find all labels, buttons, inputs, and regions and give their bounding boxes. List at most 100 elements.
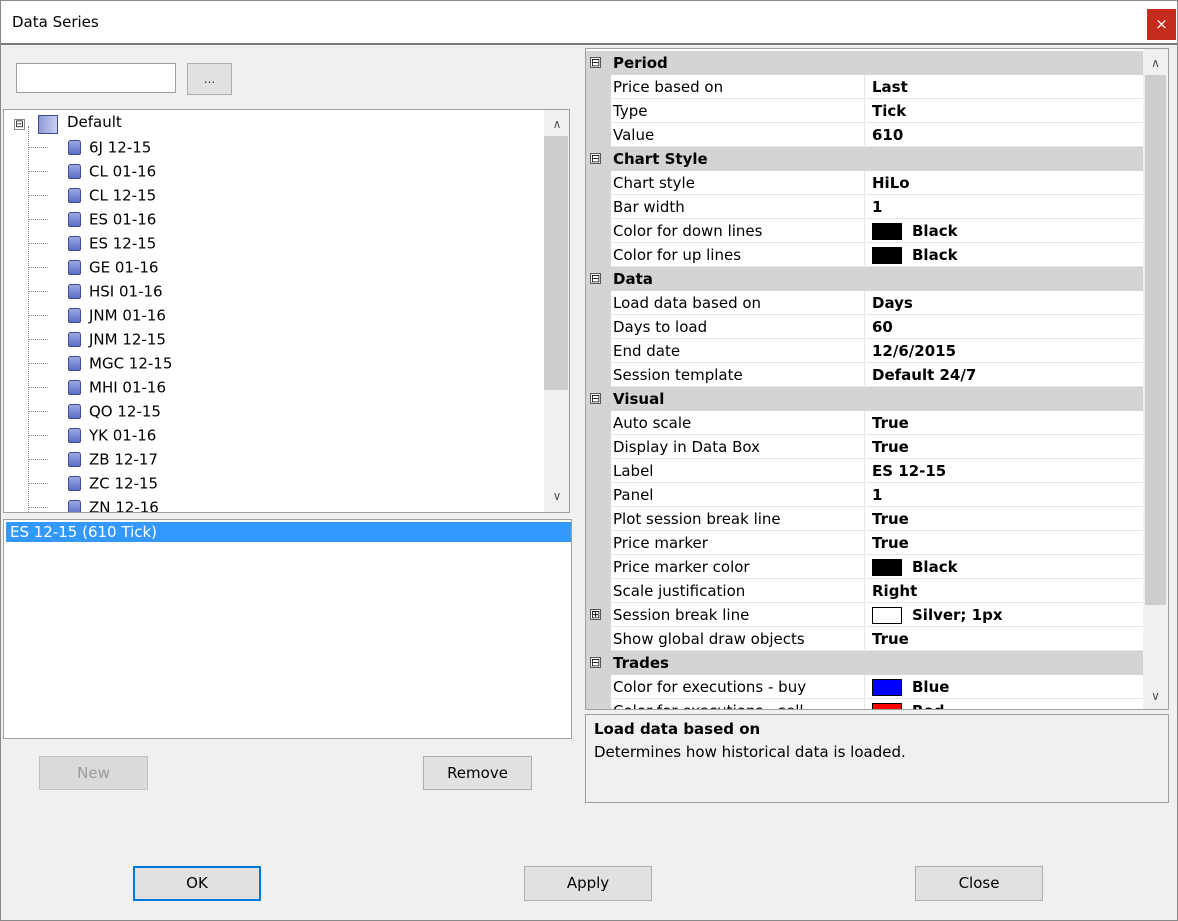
property-row[interactable]: Price based on Last <box>586 75 1143 99</box>
tree-item[interactable]: CL 12-15 <box>68 184 156 206</box>
apply-button[interactable]: Apply <box>524 866 652 901</box>
property-value[interactable]: 60 <box>866 315 1143 339</box>
instrument-tree[interactable]: ⊟ Default 6J 12-15 CL 01-16 CL 12-15 ES 01-… <box>3 109 570 513</box>
tree-item[interactable]: JNM 12-15 <box>68 328 166 350</box>
property-value[interactable]: Blue <box>866 675 1143 699</box>
property-value[interactable]: True <box>866 411 1143 435</box>
category-trades[interactable]: ⊟ Trades <box>586 651 1143 675</box>
tree-scroll-thumb[interactable] <box>544 136 568 390</box>
tree-item[interactable]: MGC 12-15 <box>68 352 172 374</box>
tree-item[interactable]: HSI 01-16 <box>68 280 163 302</box>
property-row[interactable]: ⊞ Session break line Silver; 1px <box>586 603 1143 627</box>
property-row[interactable]: Price marker color Black <box>586 555 1143 579</box>
grid-scroll-thumb[interactable] <box>1145 75 1166 605</box>
tree-item[interactable]: CL 01-16 <box>68 160 156 182</box>
tree-item[interactable]: ES 12-15 <box>68 232 156 254</box>
browse-button[interactable]: ... <box>187 63 232 95</box>
property-value[interactable]: ES 12-15 <box>866 459 1143 483</box>
tree-root-default[interactable]: Default <box>67 113 122 131</box>
property-row[interactable]: Days to load 60 <box>586 315 1143 339</box>
series-list-item[interactable]: ES 12-15 (610 Tick) <box>6 522 571 542</box>
property-row[interactable]: Load data based on Days <box>586 291 1143 315</box>
property-value[interactable]: 1 <box>866 483 1143 507</box>
collapse-icon[interactable]: ⊟ <box>14 119 25 130</box>
property-value[interactable]: Black <box>866 555 1143 579</box>
tree-item-label: MHI 01-16 <box>89 378 166 397</box>
scroll-down-icon[interactable]: ∨ <box>544 484 569 508</box>
property-value[interactable]: Right <box>866 579 1143 603</box>
property-value[interactable]: Black <box>866 243 1143 267</box>
property-value[interactable]: Tick <box>866 99 1143 123</box>
property-value[interactable]: Red <box>866 699 1143 709</box>
color-swatch <box>872 703 902 709</box>
property-value[interactable]: 12/6/2015 <box>866 339 1143 363</box>
property-row[interactable]: Color for up lines Black <box>586 243 1143 267</box>
tree-item[interactable]: 6J 12-15 <box>68 136 151 158</box>
collapse-icon[interactable]: ⊟ <box>590 273 601 284</box>
tree-item[interactable]: ZC 12-15 <box>68 472 158 494</box>
property-row[interactable]: Color for down lines Black <box>586 219 1143 243</box>
property-value[interactable]: Silver; 1px <box>866 603 1143 627</box>
tree-item[interactable]: YK 01-16 <box>68 424 156 446</box>
tree-item[interactable]: JNM 01-16 <box>68 304 166 326</box>
collapse-icon[interactable]: ⊟ <box>590 657 601 668</box>
new-button[interactable]: New <box>39 756 148 790</box>
property-value[interactable]: True <box>866 627 1143 651</box>
series-list[interactable]: ES 12-15 (610 Tick) <box>3 519 572 739</box>
property-row[interactable]: Session template Default 24/7 <box>586 363 1143 387</box>
tree-item[interactable]: MHI 01-16 <box>68 376 166 398</box>
remove-button[interactable]: Remove <box>423 756 532 790</box>
property-name: Color for down lines <box>611 219 865 243</box>
color-swatch <box>872 223 902 240</box>
scroll-up-icon[interactable]: ∧ <box>1143 52 1168 74</box>
property-row[interactable]: Display in Data Box True <box>586 435 1143 459</box>
tree-item[interactable]: ZB 12-17 <box>68 448 158 470</box>
property-row[interactable]: Type Tick <box>586 99 1143 123</box>
tree-item[interactable]: GE 01-16 <box>68 256 158 278</box>
property-value[interactable]: Default 24/7 <box>866 363 1143 387</box>
property-value[interactable]: 1 <box>866 195 1143 219</box>
property-row[interactable]: Color for executions - sell Red <box>586 699 1143 709</box>
property-value[interactable]: True <box>866 507 1143 531</box>
expand-icon[interactable]: ⊞ <box>590 609 601 620</box>
scroll-up-icon[interactable]: ∧ <box>544 112 569 136</box>
category-visual[interactable]: ⊟ Visual <box>586 387 1143 411</box>
property-value[interactable]: 610 <box>866 123 1143 147</box>
close-button[interactable]: Close <box>915 866 1043 901</box>
property-row[interactable]: Price marker True <box>586 531 1143 555</box>
property-value[interactable]: Last <box>866 75 1143 99</box>
property-value[interactable]: True <box>866 531 1143 555</box>
property-row[interactable]: Plot session break line True <box>586 507 1143 531</box>
close-window-button[interactable]: × <box>1147 9 1176 40</box>
property-value[interactable]: HiLo <box>866 171 1143 195</box>
property-row[interactable]: Label ES 12-15 <box>586 459 1143 483</box>
property-row[interactable]: Auto scale True <box>586 411 1143 435</box>
property-row[interactable]: Value 610 <box>586 123 1143 147</box>
category-data[interactable]: ⊟ Data <box>586 267 1143 291</box>
collapse-icon[interactable]: ⊟ <box>590 153 601 164</box>
tree-item[interactable]: ES 01-16 <box>68 208 156 230</box>
property-name: Price based on <box>611 75 865 99</box>
collapse-icon[interactable]: ⊟ <box>590 393 601 404</box>
category-period[interactable]: ⊟ Period <box>586 51 1143 75</box>
collapse-icon[interactable]: ⊟ <box>590 57 601 68</box>
property-row[interactable]: Scale justification Right <box>586 579 1143 603</box>
property-value[interactable]: Black <box>866 219 1143 243</box>
property-row[interactable]: Chart style HiLo <box>586 171 1143 195</box>
property-value[interactable]: True <box>866 435 1143 459</box>
resize-grip-icon[interactable] <box>1161 904 1175 918</box>
tree-item[interactable]: QO 12-15 <box>68 400 161 422</box>
instrument-icon <box>68 380 81 395</box>
property-name: Session template <box>611 363 865 387</box>
category-chart-style[interactable]: ⊟ Chart Style <box>586 147 1143 171</box>
property-value[interactable]: Days <box>866 291 1143 315</box>
property-row[interactable]: Panel 1 <box>586 483 1143 507</box>
tree-item[interactable]: ZN 12-16 <box>68 496 159 512</box>
property-row[interactable]: Bar width 1 <box>586 195 1143 219</box>
ok-button[interactable]: OK <box>133 866 261 901</box>
property-row[interactable]: Color for executions - buy Blue <box>586 675 1143 699</box>
scroll-down-icon[interactable]: ∨ <box>1143 685 1168 707</box>
property-row[interactable]: Show global draw objects True <box>586 627 1143 651</box>
property-row[interactable]: End date 12/6/2015 <box>586 339 1143 363</box>
instrument-search-input[interactable] <box>16 63 176 93</box>
